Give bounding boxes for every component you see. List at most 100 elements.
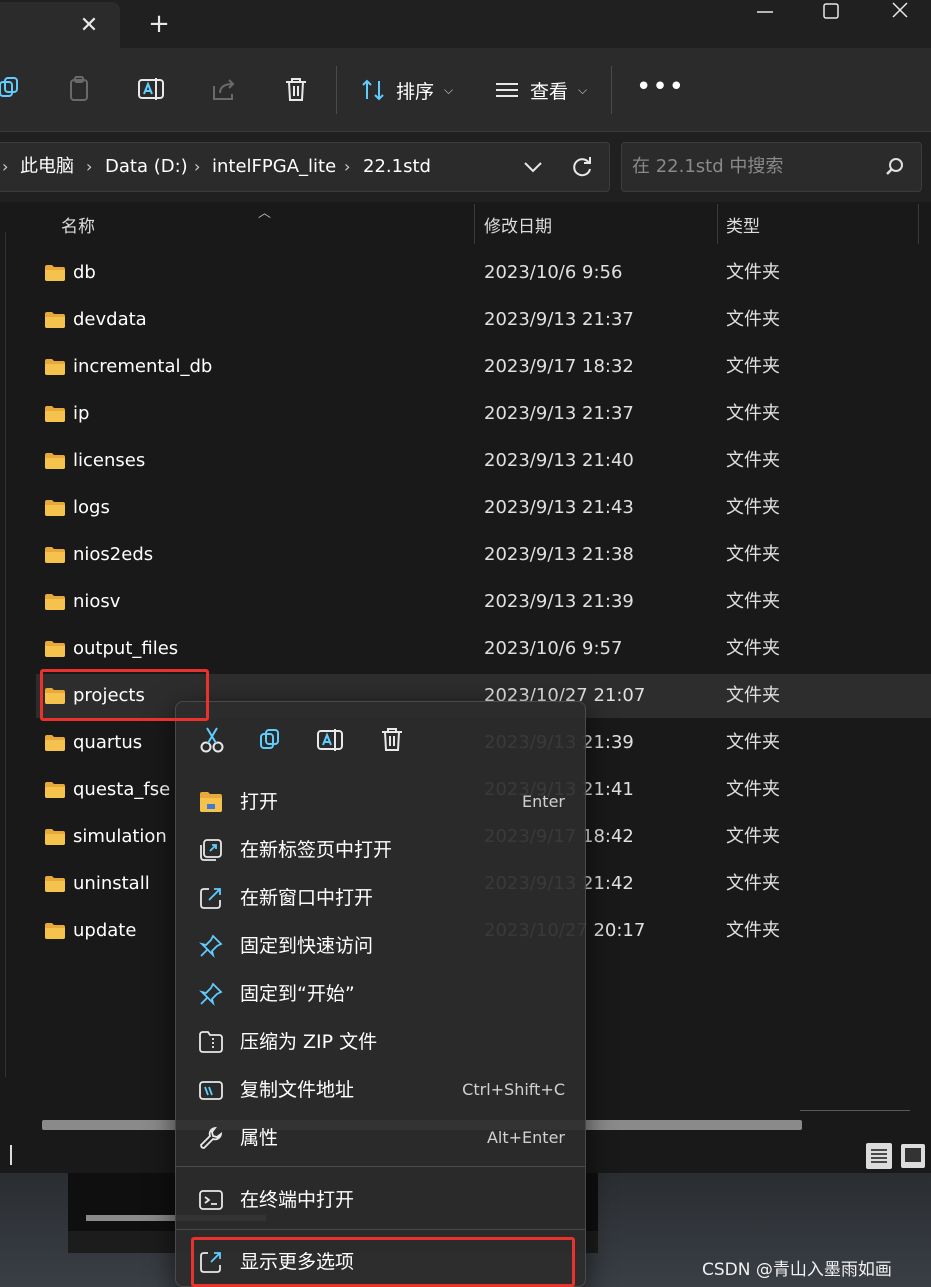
file-type: 文件夹 bbox=[726, 826, 780, 847]
close-tab-icon[interactable]: ✕ bbox=[72, 10, 106, 42]
breadcrumb-this-pc[interactable]: 此电脑 bbox=[20, 143, 74, 191]
context-menu: 打开 Enter 在新标签页中打开在新窗口中打开固定到快速访问 固定到“开始” 压缩为 … bbox=[175, 701, 586, 1287]
file-name: uninstall bbox=[73, 873, 150, 894]
watermark: CSDN @青山入墨雨如画 bbox=[702, 1260, 892, 1280]
column-header-name[interactable]: 名称 bbox=[61, 212, 95, 242]
column-divider[interactable] bbox=[474, 204, 475, 244]
menu-item-pin-start[interactable]: 固定到“开始” bbox=[188, 970, 575, 1018]
column-divider[interactable] bbox=[717, 204, 718, 244]
file-row[interactable]: db 2023/10/6 9:56 文件夹 bbox=[36, 251, 931, 295]
menu-item-label: 属性 bbox=[240, 1127, 279, 1149]
menu-item-compress-zip[interactable]: 压缩为 ZIP 文件 bbox=[188, 1018, 575, 1066]
menu-item-shortcut: Ctrl+Shift+C bbox=[462, 1080, 565, 1099]
refresh-icon[interactable] bbox=[565, 151, 599, 183]
zip-icon bbox=[198, 1029, 224, 1055]
search-box[interactable]: 在 22.1std 中搜索 bbox=[621, 142, 922, 192]
sort-icon bbox=[362, 79, 384, 101]
file-row[interactable]: logs 2023/9/13 21:43 文件夹 bbox=[36, 486, 931, 530]
search-icon[interactable] bbox=[884, 156, 906, 178]
sort-button[interactable]: 排序 ⌵ bbox=[360, 72, 453, 108]
terminal-icon bbox=[198, 1187, 224, 1213]
file-modified-date: 2023/9/13 21:38 bbox=[484, 544, 634, 565]
navigation-pane-edge bbox=[0, 232, 6, 1077]
file-name: quartus bbox=[73, 732, 143, 753]
more-icon[interactable]: ••• bbox=[636, 72, 684, 108]
menu-item-label: 固定到快速访问 bbox=[240, 935, 374, 957]
cut-icon[interactable] bbox=[194, 722, 230, 758]
column-header-modified[interactable]: 修改日期 bbox=[484, 212, 552, 242]
menu-item-label: 显示更多选项 bbox=[240, 1251, 355, 1273]
file-name: logs bbox=[73, 497, 110, 518]
file-row[interactable]: licenses 2023/9/13 21:40 文件夹 bbox=[36, 439, 931, 483]
copy-icon[interactable] bbox=[0, 72, 28, 108]
folder-icon bbox=[44, 499, 66, 517]
menu-item-open[interactable]: 打开 Enter bbox=[188, 778, 575, 826]
maximize-icon[interactable] bbox=[806, 0, 856, 24]
search-placeholder[interactable]: 在 22.1std 中搜索 bbox=[632, 143, 783, 191]
folder-icon bbox=[44, 922, 66, 940]
file-name: update bbox=[73, 920, 137, 941]
file-type: 文件夹 bbox=[726, 779, 780, 800]
address-bar[interactable]: › 此电脑 › Data (D:) › intelFPGA_lite › 22.… bbox=[0, 142, 610, 192]
file-row[interactable]: output_files 2023/10/6 9:57 文件夹 bbox=[36, 627, 931, 671]
folder-icon bbox=[44, 875, 66, 893]
title-bar: ✕ + bbox=[0, 0, 931, 48]
navigation-row: › 此电脑 › Data (D:) › intelFPGA_lite › 22.… bbox=[0, 132, 931, 202]
breadcrumb-current-folder[interactable]: 22.1std bbox=[363, 143, 431, 191]
file-row[interactable]: ip 2023/9/13 21:37 文件夹 bbox=[36, 392, 931, 436]
folder-icon bbox=[44, 546, 66, 564]
delete-icon[interactable] bbox=[374, 722, 410, 758]
pin-icon bbox=[198, 933, 224, 959]
rename-icon[interactable] bbox=[134, 72, 170, 108]
file-row[interactable]: incremental_db 2023/9/17 18:32 文件夹 bbox=[36, 345, 931, 389]
menu-item-properties[interactable]: 属性 Alt+Enter bbox=[188, 1114, 575, 1162]
file-row[interactable]: devdata 2023/9/13 21:37 文件夹 bbox=[36, 298, 931, 342]
rename-icon[interactable] bbox=[313, 722, 349, 758]
folder-icon bbox=[44, 311, 66, 329]
column-divider[interactable] bbox=[918, 204, 919, 244]
menu-item-label: 固定到“开始” bbox=[240, 983, 355, 1005]
context-menu-divider bbox=[176, 1166, 585, 1167]
view-button[interactable]: 查看 ⌵ bbox=[494, 72, 587, 108]
paste-icon[interactable] bbox=[62, 72, 98, 108]
delete-icon[interactable] bbox=[278, 72, 314, 108]
new-tab-icon[interactable]: + bbox=[142, 8, 176, 40]
menu-item-shortcut: Alt+Enter bbox=[486, 1128, 565, 1147]
menu-item-label: 在新标签页中打开 bbox=[240, 839, 393, 861]
file-row[interactable]: nios2eds 2023/9/13 21:38 文件夹 bbox=[36, 533, 931, 577]
file-type: 文件夹 bbox=[726, 685, 780, 706]
copy-path-icon bbox=[198, 1077, 224, 1103]
details-view-icon[interactable] bbox=[864, 1141, 894, 1171]
chevron-down-icon[interactable] bbox=[516, 151, 550, 183]
file-type: 文件夹 bbox=[726, 591, 780, 612]
breadcrumb-data-drive[interactable]: Data (D:) bbox=[105, 143, 188, 191]
menu-item-open-new-window[interactable]: 在新窗口中打开 bbox=[188, 874, 575, 922]
file-type: 文件夹 bbox=[726, 497, 780, 518]
breadcrumb-separator: › bbox=[344, 157, 351, 176]
menu-item-open-terminal[interactable]: 在终端中打开 bbox=[188, 1176, 575, 1224]
menu-item-label: 在终端中打开 bbox=[240, 1189, 355, 1211]
minimize-icon[interactable] bbox=[740, 0, 790, 24]
folder-icon bbox=[44, 358, 66, 376]
copy-icon[interactable] bbox=[253, 722, 289, 758]
toolbar-divider bbox=[336, 66, 337, 114]
sort-label: 排序 bbox=[396, 80, 435, 103]
file-name: nios2eds bbox=[73, 544, 154, 565]
menu-item-open-new-tab[interactable]: 在新标签页中打开 bbox=[188, 826, 575, 874]
file-modified-date: 2023/10/6 9:57 bbox=[484, 638, 623, 659]
file-type: 文件夹 bbox=[726, 262, 780, 283]
share-icon[interactable] bbox=[206, 72, 242, 108]
more-options-icon bbox=[198, 1249, 224, 1275]
file-type: 文件夹 bbox=[726, 544, 780, 565]
file-row[interactable]: niosv 2023/9/13 21:39 文件夹 bbox=[36, 580, 931, 624]
column-header-type[interactable]: 类型 bbox=[726, 212, 760, 242]
tab-current[interactable]: ✕ bbox=[0, 2, 120, 48]
menu-item-show-more-options[interactable]: 显示更多选项 bbox=[188, 1238, 575, 1286]
menu-item-copy-path[interactable]: 复制文件地址 Ctrl+Shift+C bbox=[188, 1066, 575, 1114]
menu-item-label: 打开 bbox=[240, 791, 279, 813]
tiles-view-icon[interactable] bbox=[898, 1141, 928, 1171]
menu-item-pin-quick-access[interactable]: 固定到快速访问 bbox=[188, 922, 575, 970]
file-type: 文件夹 bbox=[726, 356, 780, 377]
window-close-icon[interactable] bbox=[875, 0, 925, 24]
breadcrumb-intelfpga[interactable]: intelFPGA_lite bbox=[212, 143, 336, 191]
